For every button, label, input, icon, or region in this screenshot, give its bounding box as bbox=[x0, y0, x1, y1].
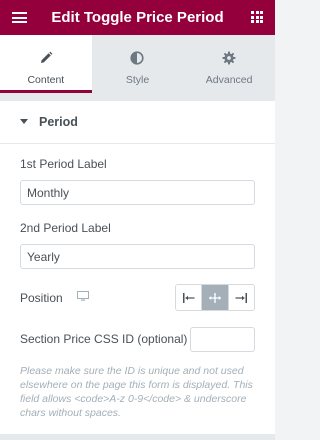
position-label: Position bbox=[20, 291, 63, 305]
align-center-icon bbox=[208, 292, 221, 303]
controls-panel: Period 1st Period Label 2nd Period Label… bbox=[0, 101, 275, 434]
tab-content-label: Content bbox=[27, 74, 65, 86]
panel-title: Edit Toggle Price Period bbox=[51, 9, 224, 26]
grid-icon[interactable] bbox=[251, 11, 263, 23]
bottom-divider bbox=[0, 434, 275, 440]
first-period-label: 1st Period Label bbox=[20, 157, 107, 171]
position-center-button[interactable] bbox=[201, 285, 228, 310]
tab-bar: Content Style Advanced bbox=[0, 35, 275, 93]
half-circle-icon bbox=[130, 51, 145, 65]
desktop-icon[interactable] bbox=[77, 291, 89, 301]
divider bbox=[0, 93, 275, 101]
position-right-button[interactable] bbox=[227, 285, 254, 310]
gear-icon bbox=[222, 51, 236, 65]
position-left-button[interactable] bbox=[176, 285, 202, 310]
second-period-label: 2nd Period Label bbox=[20, 221, 111, 235]
panel-header: Edit Toggle Price Period bbox=[0, 0, 275, 35]
caret-down-icon bbox=[20, 119, 28, 124]
tab-advanced[interactable]: Advanced bbox=[183, 35, 275, 93]
first-period-input[interactable] bbox=[20, 180, 255, 205]
css-id-input[interactable] bbox=[190, 327, 255, 352]
css-id-label: Section Price CSS ID (optional) bbox=[20, 332, 188, 346]
position-choices bbox=[175, 284, 255, 311]
pencil-icon bbox=[40, 51, 53, 63]
tab-style[interactable]: Style bbox=[92, 35, 184, 93]
section-toggle-period[interactable]: Period bbox=[0, 101, 275, 144]
tab-advanced-label: Advanced bbox=[205, 74, 253, 86]
section-title: Period bbox=[39, 115, 78, 129]
align-right-icon bbox=[235, 292, 248, 303]
help-text: Please make sure the ID is unique and no… bbox=[20, 365, 253, 419]
second-period-input[interactable] bbox=[20, 244, 255, 269]
tab-content[interactable]: Content bbox=[0, 35, 92, 93]
align-left-icon bbox=[182, 292, 195, 303]
tab-style-label: Style bbox=[125, 74, 150, 86]
